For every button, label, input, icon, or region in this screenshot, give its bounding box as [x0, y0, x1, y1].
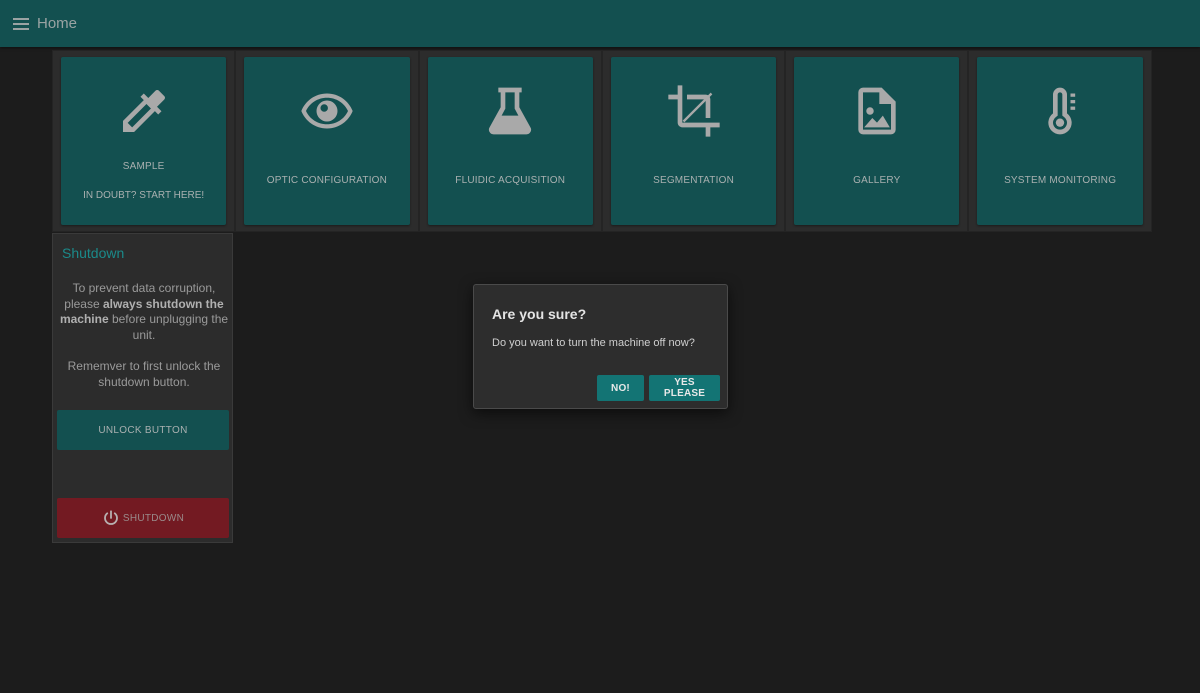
yes-please-button[interactable]: YES PLEASE [649, 375, 720, 401]
confirm-dialog: Are you sure? Do you want to turn the ma… [473, 284, 728, 409]
shutdown-label: SHUTDOWN [122, 512, 185, 524]
unlock-reminder: Rememver to first unlock the shutdown bu… [67, 358, 221, 389]
tile-label: SYSTEM MONITORING [1004, 175, 1117, 186]
tile-label: GALLERY [853, 175, 901, 186]
dialog-title: Are you sure? [492, 306, 587, 322]
tile-cell: GALLERY [785, 50, 969, 232]
tile-grid: SAMPLE IN DOUBT? START HERE! OPTIC CONFI… [52, 50, 1152, 232]
eye-icon [297, 81, 357, 141]
tile-cell: SYSTEM MONITORING [968, 50, 1152, 232]
shutdown-instructions: To prevent data corruption, please alway… [59, 281, 229, 390]
tile-label: SAMPLE [122, 161, 165, 172]
shutdown-warning: To prevent data corruption, please alway… [59, 281, 229, 343]
tile-cell: SEGMENTATION [601, 50, 786, 232]
shutdown-card: Shutdown To prevent data corruption, ple… [52, 233, 233, 543]
tile-system-monitoring[interactable]: SYSTEM MONITORING [977, 57, 1143, 225]
no-button[interactable]: NO! [597, 375, 644, 401]
tile-label: SEGMENTATION [653, 175, 734, 186]
dialog-message: Do you want to turn the machine off now? [492, 337, 695, 349]
app-bar: Home [0, 0, 1200, 47]
unlock-button[interactable]: UNLOCK BUTTON [57, 410, 229, 450]
image-file-icon [847, 81, 907, 141]
flask-icon [480, 81, 540, 141]
tile-cell: SAMPLE IN DOUBT? START HERE! [52, 50, 236, 232]
tile-sublabel: IN DOUBT? START HERE! [83, 190, 205, 201]
tile-segmentation[interactable]: SEGMENTATION [610, 57, 777, 225]
thermometer-icon [1030, 81, 1090, 141]
tile-label: FLUIDIC ACQUISITION [455, 175, 566, 186]
shutdown-button[interactable]: SHUTDOWN [57, 498, 229, 538]
tile-fluidic-acquisition[interactable]: FLUIDIC ACQUISITION [427, 57, 593, 225]
tile-sample[interactable]: SAMPLE IN DOUBT? START HERE! [61, 57, 227, 225]
hamburger-menu-icon[interactable] [13, 17, 29, 30]
crop-icon [664, 81, 724, 141]
tile-cell: OPTIC CONFIGURATION [235, 50, 419, 232]
shutdown-title: Shutdown [62, 245, 125, 261]
power-icon [102, 509, 120, 527]
page-title: Home [37, 15, 78, 32]
tile-label: OPTIC CONFIGURATION [266, 175, 388, 186]
tile-gallery[interactable]: GALLERY [794, 57, 960, 225]
dialog-actions: NO! YES PLEASE [597, 375, 720, 401]
tile-optic-configuration[interactable]: OPTIC CONFIGURATION [244, 57, 410, 225]
warning-text: before unplugging the unit. [108, 312, 229, 342]
eyedropper-icon [114, 81, 174, 141]
tile-cell: FLUIDIC ACQUISITION [418, 50, 602, 232]
